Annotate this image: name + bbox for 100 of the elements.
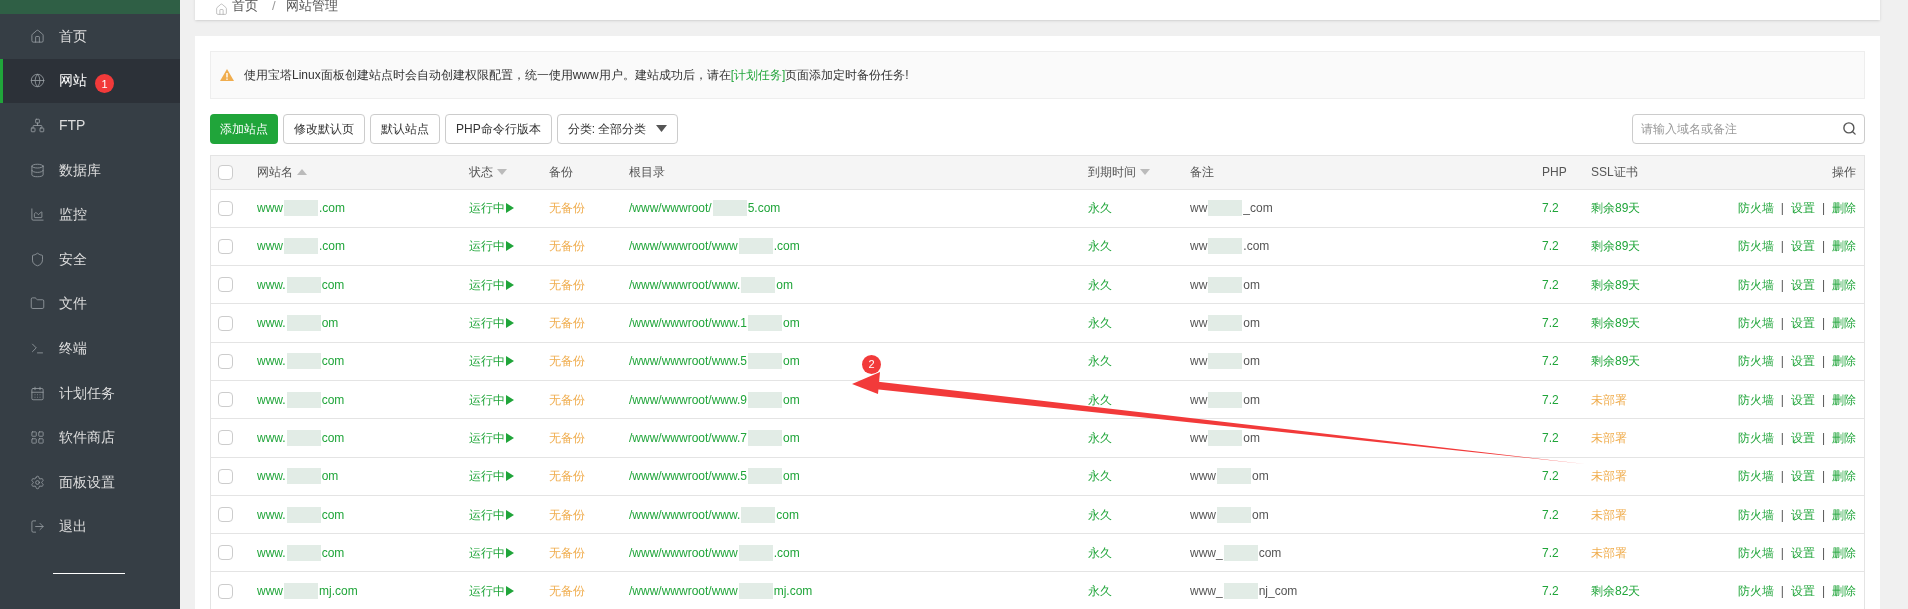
status-text[interactable]: 运行中 [469,428,505,447]
action-link[interactable]: 删除 [1832,467,1856,486]
checkbox[interactable] [218,392,233,408]
checkbox[interactable] [218,164,233,180]
category-dropdown[interactable]: 分类: 全部分类 [556,113,679,144]
column-header[interactable]: 网站名 [257,163,293,181]
status-text[interactable]: 运行中 [469,199,505,218]
toolbar-button[interactable]: PHP命令行版本 [445,113,552,144]
action-link[interactable]: 设置 [1790,352,1815,371]
php-version[interactable]: 7.2 [1542,582,1559,601]
backup-status[interactable]: 无备份 [549,505,585,524]
backup-status[interactable]: 无备份 [549,428,585,447]
backup-status[interactable]: 无备份 [549,237,585,256]
action-link[interactable]: 防火墙 [1737,314,1774,333]
ssl-status[interactable]: 剩余89天 [1591,237,1641,256]
expiry-date[interactable]: 永久 [1088,199,1112,218]
expiry-date[interactable]: 永久 [1088,582,1112,601]
sidebar-item[interactable]: 安全 [0,236,180,282]
php-version[interactable]: 7.2 [1542,314,1559,333]
action-link[interactable]: 设置 [1790,390,1815,409]
action-link[interactable]: 设置 [1790,505,1815,524]
expiry-date[interactable]: 永久 [1088,467,1112,486]
sort-down-icon[interactable] [1140,169,1150,175]
play-icon[interactable] [506,318,514,329]
sidebar-item[interactable]: 首页 [0,14,180,59]
backup-status[interactable]: 无备份 [549,582,585,601]
expiry-date[interactable]: 永久 [1088,543,1112,562]
play-icon[interactable] [506,241,514,252]
ssl-status[interactable]: 剩余89天 [1591,352,1641,371]
action-link[interactable]: 删除 [1832,314,1856,333]
backup-status[interactable]: 无备份 [549,275,585,294]
sidebar-item[interactable]: 数据库 [0,147,180,193]
checkbox[interactable] [218,238,233,254]
toolbar-button[interactable]: 修改默认页 [283,113,365,144]
action-link[interactable]: 删除 [1832,352,1856,371]
status-text[interactable]: 运行中 [469,275,505,294]
action-link[interactable]: 删除 [1832,428,1856,447]
action-link[interactable]: 删除 [1832,505,1856,524]
action-link[interactable]: 防火墙 [1737,352,1774,371]
breadcrumb-item[interactable]: 首页 [232,0,258,16]
column-header[interactable]: 到期时间 [1088,163,1136,181]
php-version[interactable]: 7.2 [1542,352,1559,371]
search-icon[interactable] [1842,120,1857,136]
backup-status[interactable]: 无备份 [549,467,585,486]
play-icon[interactable] [506,471,514,482]
action-link[interactable]: 设置 [1790,275,1815,294]
php-version[interactable]: 7.2 [1542,275,1559,294]
play-icon[interactable] [506,203,514,214]
sidebar-item[interactable]: FTP [0,103,180,148]
action-link[interactable]: 防火墙 [1737,505,1774,524]
column-header[interactable]: 状态 [469,163,493,181]
expiry-date[interactable]: 永久 [1088,275,1112,294]
expiry-date[interactable]: 永久 [1088,237,1112,256]
action-link[interactable]: 删除 [1832,237,1856,256]
play-icon[interactable] [506,394,514,405]
checkbox[interactable] [218,583,233,599]
status-text[interactable]: 运行中 [469,352,505,371]
checkbox[interactable] [218,277,233,293]
php-version[interactable]: 7.2 [1542,199,1559,218]
backup-status[interactable]: 无备份 [549,390,585,409]
ssl-status[interactable]: 未部署 [1591,390,1627,409]
php-version[interactable]: 7.2 [1542,237,1559,256]
action-link[interactable]: 删除 [1832,543,1856,562]
expiry-date[interactable]: 永久 [1088,352,1112,371]
play-icon[interactable] [506,356,514,367]
action-link[interactable]: 防火墙 [1737,467,1774,486]
action-link[interactable]: 防火墙 [1737,237,1774,256]
action-link[interactable]: 设置 [1790,237,1815,256]
ssl-status[interactable]: 剩余89天 [1591,314,1641,333]
status-text[interactable]: 运行中 [469,467,505,486]
action-link[interactable]: 设置 [1790,428,1815,447]
action-link[interactable]: 防火墙 [1737,428,1774,447]
sidebar-item[interactable]: 终端 [0,326,180,371]
play-icon[interactable] [506,432,514,443]
ssl-status[interactable]: 未部署 [1591,505,1627,524]
action-link[interactable]: 防火墙 [1737,199,1774,218]
ssl-status[interactable]: 剩余89天 [1591,199,1641,218]
status-text[interactable]: 运行中 [469,543,505,562]
backup-status[interactable]: 无备份 [549,314,585,333]
checkbox[interactable] [218,507,233,522]
sidebar-item[interactable]: 监控 [0,192,180,237]
php-version[interactable]: 7.2 [1542,505,1559,524]
play-icon[interactable] [506,586,514,597]
toolbar-button[interactable]: 添加站点 [210,113,278,144]
action-link[interactable]: 防火墙 [1737,543,1774,562]
checkbox[interactable] [218,468,233,484]
action-link[interactable]: 设置 [1790,582,1815,601]
checkbox[interactable] [218,430,233,446]
backup-status[interactable]: 无备份 [549,199,585,218]
sort-down-icon[interactable] [497,169,507,175]
action-link[interactable]: 防火墙 [1737,275,1774,294]
status-text[interactable]: 运行中 [469,390,505,409]
expiry-date[interactable]: 永久 [1088,505,1112,524]
sidebar-item[interactable]: 软件商店 [0,415,180,460]
action-link[interactable]: 删除 [1832,582,1856,601]
ssl-status[interactable]: 剩余89天 [1591,275,1641,294]
ssl-status[interactable]: 未部署 [1591,467,1627,486]
php-version[interactable]: 7.2 [1542,467,1559,486]
play-icon[interactable] [506,279,514,290]
sidebar-item[interactable]: 退出 [0,504,180,550]
